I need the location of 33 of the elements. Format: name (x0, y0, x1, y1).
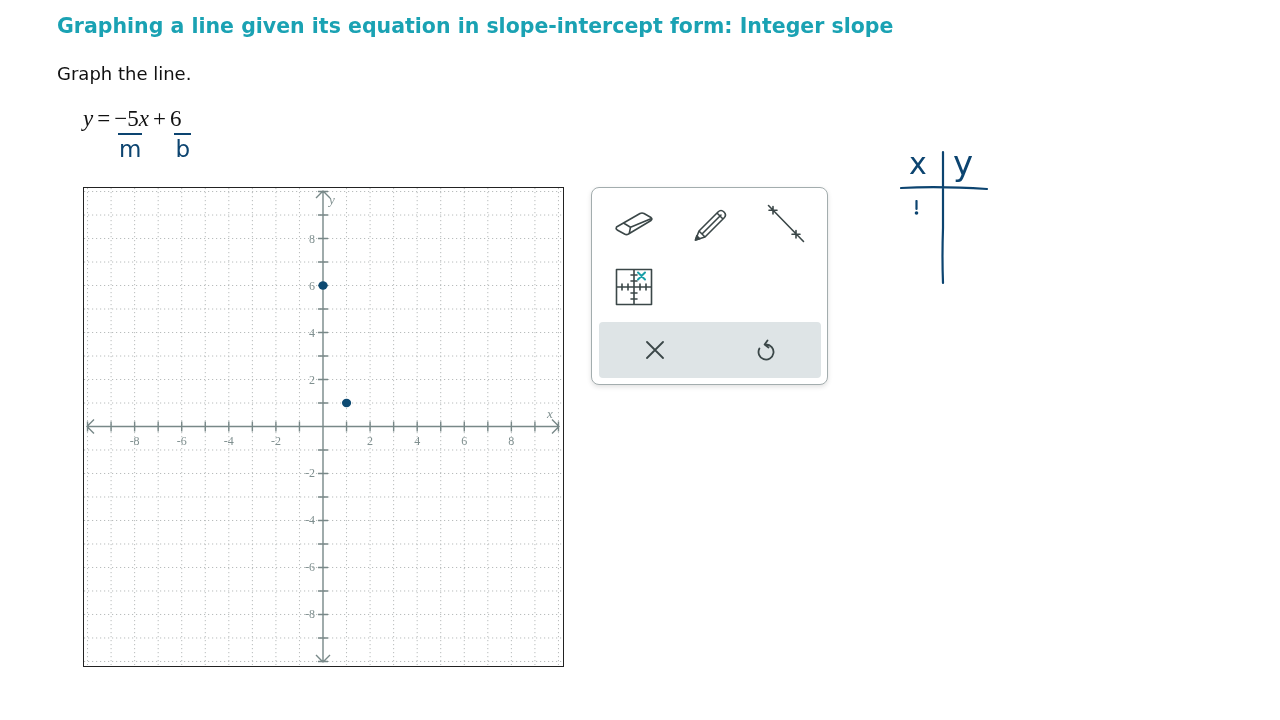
tick-label: -8 (305, 607, 315, 622)
line-segment-button[interactable] (767, 203, 805, 243)
close-button[interactable] (645, 341, 664, 359)
tick-label: 6 (461, 433, 468, 448)
axis-label: y (329, 192, 335, 207)
plotted-point[interactable] (318, 281, 328, 290)
coordinate-plane[interactable]: -8 -6 -4 -2 2 4 6 8 -8 -6 -4 -2 2 4 6 8 x y (83, 187, 564, 667)
handwritten-letter: m (118, 133, 143, 159)
tick-label: 2 (367, 433, 374, 448)
grid-point-button[interactable] (615, 268, 653, 306)
tick-label: 6 (309, 278, 315, 293)
tick-label: -2 (305, 466, 315, 481)
axis-label: x (547, 405, 553, 421)
lesson-title: Graphing a line given its equation in slope-intercept form: Integer slope (57, 13, 894, 39)
tick-label: -6 (305, 560, 315, 575)
tick-label: -8 (129, 433, 140, 448)
tick-label: -4 (223, 433, 234, 448)
table-header: y (953, 146, 974, 180)
tick-label: -6 (176, 433, 187, 448)
ink-mark-icon (914, 200, 919, 215)
tick-label: 4 (309, 325, 315, 340)
tick-label: 2 (309, 372, 315, 387)
equation: y = −5x + 6 (83, 105, 182, 133)
tick-label: -4 (305, 513, 315, 528)
undo-button[interactable] (756, 339, 775, 361)
plotted-point[interactable] (341, 398, 352, 408)
instruction-text: Graph the line. (57, 63, 192, 85)
tick-label: 8 (508, 433, 515, 448)
table-header: x (909, 149, 927, 179)
tick-label: 4 (414, 433, 421, 448)
handwritten-letter: b (174, 133, 191, 159)
tick-label: -2 (270, 433, 281, 448)
tick-label: 8 (309, 231, 315, 246)
